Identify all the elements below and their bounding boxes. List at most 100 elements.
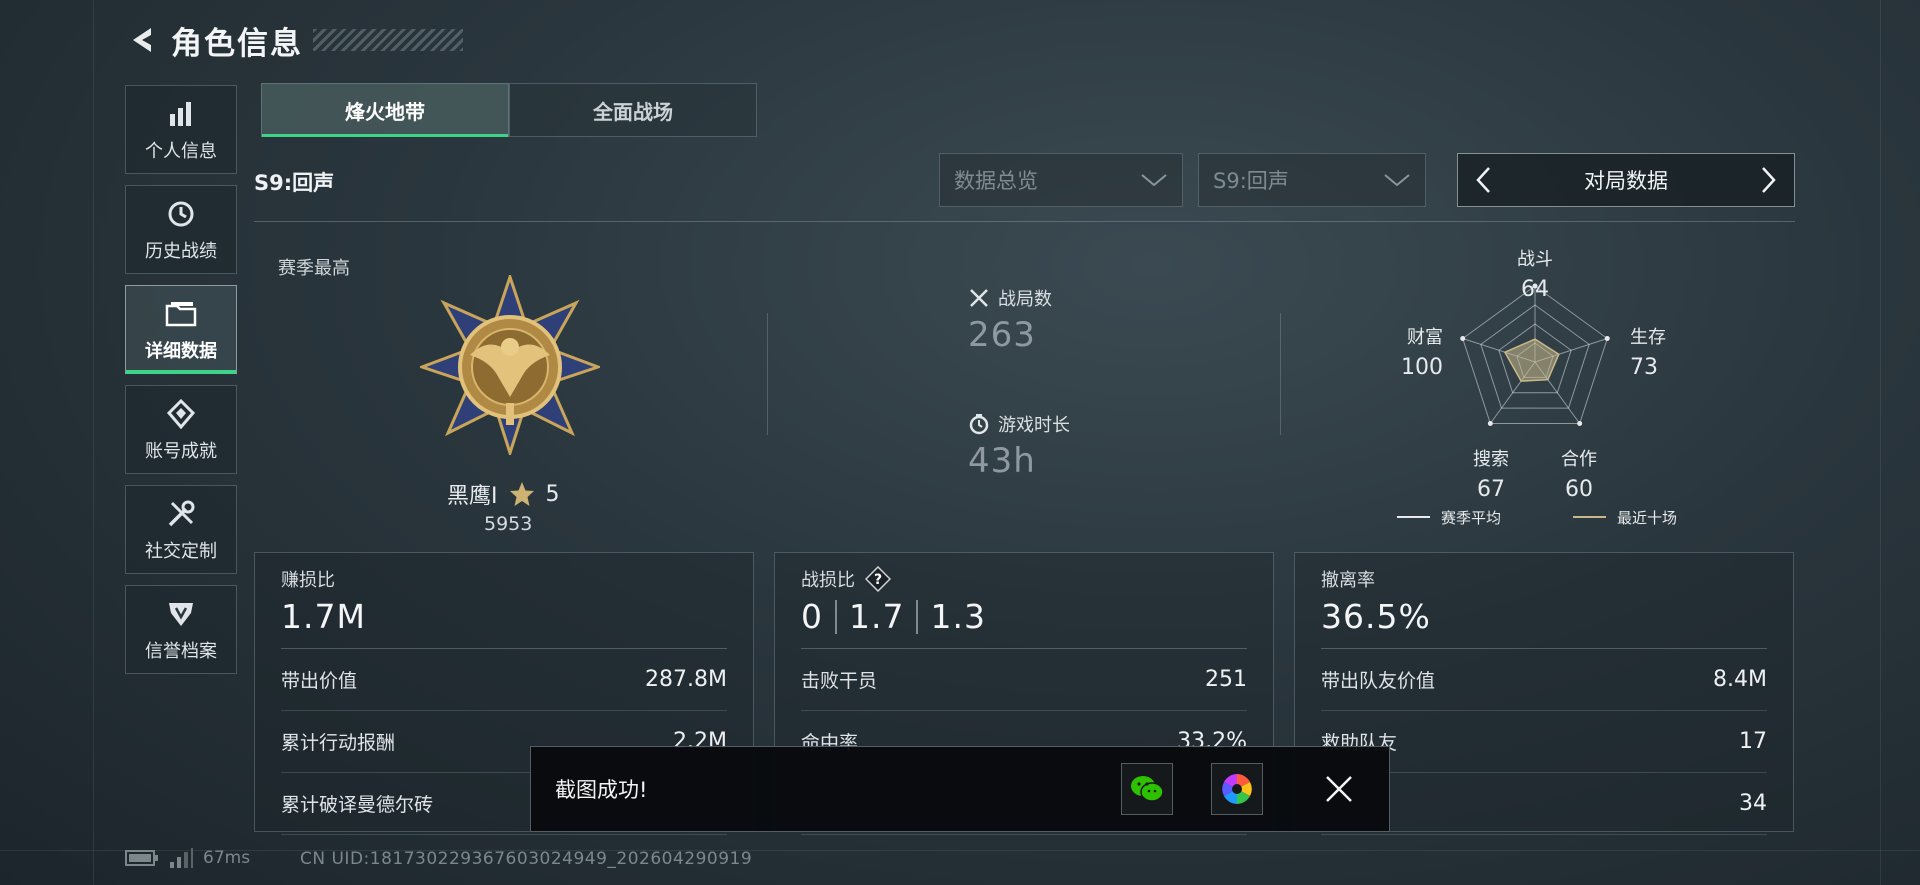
ability-radar: 战斗 64 生存 73 合作 60 搜索 67 财富 100 赛季平均 最近十场 xyxy=(1397,249,1677,527)
toast-message: 截图成功! xyxy=(555,778,648,802)
stat-row: 带出价值 287.8M xyxy=(281,649,727,711)
history-clock-icon xyxy=(166,197,196,231)
tab-operations[interactable]: 烽火地带 xyxy=(261,83,509,137)
stopwatch-icon xyxy=(969,414,989,435)
card-title: 赚损比 xyxy=(281,570,335,591)
card-title: 撤离率 xyxy=(1321,570,1375,591)
card-value: 1.7M xyxy=(281,597,366,636)
row-value: 8.4M xyxy=(1713,667,1767,692)
toast-close-button[interactable] xyxy=(1313,763,1365,815)
sidebar-item-label: 详细数据 xyxy=(145,340,217,362)
rank-medal-icon xyxy=(420,275,600,455)
uid-text: CN UID:18173022936760302494​9_2026042909… xyxy=(300,849,753,869)
sidebar-item-personal-info[interactable]: 个人信息 xyxy=(125,85,237,174)
radar-label-wealth: 财富 xyxy=(1407,327,1443,348)
sidebar-item-label: 信誉档案 xyxy=(145,640,217,662)
radar-label-search: 搜索 xyxy=(1473,449,1509,470)
row-value: 287.8M xyxy=(645,667,727,692)
sidebar-item-label: 历史战绩 xyxy=(145,240,217,262)
shield-icon xyxy=(166,597,196,631)
playtime-value: 43h xyxy=(968,441,1036,481)
row-label: 累计行动报酬 xyxy=(281,732,396,754)
data-pager: 对局数据 xyxy=(1457,153,1795,207)
ping-value: 67ms xyxy=(203,848,251,868)
pager-prev-button[interactable] xyxy=(1468,160,1498,200)
sidebar-item-label: 社交定制 xyxy=(145,540,217,562)
row-label: 击败干员 xyxy=(801,670,878,692)
sidebar-item-detailed-data[interactable]: 详细数据 xyxy=(125,285,237,374)
stat-row: 带出队友价值 8.4M xyxy=(1321,649,1767,711)
matches-value: 263 xyxy=(968,315,1036,355)
pager-next-button[interactable] xyxy=(1754,160,1784,200)
season-dropdown[interactable]: S9:回声 xyxy=(1198,153,1426,207)
tab-warfare[interactable]: 全面战场 xyxy=(509,83,757,137)
season-best-label: 赛季最高 xyxy=(278,258,350,279)
sidebar-item-reputation[interactable]: 信誉档案 xyxy=(125,585,237,674)
divider xyxy=(1280,313,1281,435)
radar-value-cooperation: 60 xyxy=(1565,477,1593,502)
chevron-left-icon xyxy=(1476,167,1490,193)
kd-value-3: 1.3 xyxy=(930,597,986,636)
chevron-down-icon xyxy=(1141,174,1167,187)
stat-row: 击败干员 251 xyxy=(801,649,1247,711)
radar-axis-dot xyxy=(1487,420,1493,426)
back-button[interactable] xyxy=(125,22,161,58)
radar-value-combat: 64 xyxy=(1521,277,1549,302)
help-icon[interactable]: ? xyxy=(865,566,891,592)
battery-icon xyxy=(125,850,158,866)
rank-score: 5953 xyxy=(484,513,533,535)
mode-tabs: 烽火地带 全面战场 xyxy=(261,83,757,137)
matches-label: 战局数 xyxy=(998,289,1052,310)
rank-line: 黑鹰I 5 xyxy=(447,478,560,510)
overview-dropdown[interactable]: 数据总览 xyxy=(939,153,1183,207)
back-arrow-icon xyxy=(133,28,151,52)
divider xyxy=(254,221,1795,222)
row-label: 累计破译曼德尔砖 xyxy=(281,794,434,816)
sidebar-item-social[interactable]: 社交定制 xyxy=(125,485,237,574)
radar-value-survival: 73 xyxy=(1630,355,1658,380)
row-value: 251 xyxy=(1205,667,1247,692)
status-bar: 67ms xyxy=(125,848,250,868)
share-wechat-button[interactable] xyxy=(1121,763,1173,815)
playtime-label: 游戏时长 xyxy=(998,415,1070,436)
share-moments-button[interactable] xyxy=(1211,763,1263,815)
row-label: 带出队友价值 xyxy=(1321,670,1436,692)
radar-label-combat: 战斗 xyxy=(1517,249,1553,270)
kd-value-2: 1.7 xyxy=(849,597,905,636)
radar-axis-dot xyxy=(1604,336,1610,342)
crossed-swords-icon xyxy=(970,289,988,307)
page-header: 角色信息 xyxy=(125,18,463,62)
card-value: 36.5% xyxy=(1321,597,1431,636)
radar-axis-dot xyxy=(1577,420,1583,426)
title-decoration xyxy=(313,29,463,51)
achievement-icon xyxy=(167,397,195,431)
legend-label-recent: 最近十场 xyxy=(1617,509,1677,527)
season-label: S9:回声 xyxy=(254,171,335,195)
bar-chart-icon xyxy=(167,97,195,131)
moments-icon xyxy=(1222,774,1252,804)
sidebar: 个人信息 历史战绩 详细数据 账号成就 社交定制 信誉档案 xyxy=(125,85,237,685)
rank-stars: 5 xyxy=(545,481,560,507)
screenshot-toast: 截图成功! xyxy=(530,746,1390,832)
folder-icon xyxy=(165,297,197,331)
star-icon xyxy=(509,482,534,506)
divider xyxy=(767,313,768,435)
radar-value-wealth: 100 xyxy=(1401,355,1443,380)
page-title: 角色信息 xyxy=(171,25,303,62)
card-title: 战损比 xyxy=(801,570,855,591)
pager-label: 对局数据 xyxy=(1584,169,1668,193)
sidebar-item-history[interactable]: 历史战绩 xyxy=(125,185,237,274)
chevron-right-icon xyxy=(1762,167,1776,193)
kd-value-1: 0 xyxy=(801,597,823,636)
chevron-down-icon xyxy=(1384,174,1410,187)
playtime-stat: 游戏时长 43h xyxy=(968,411,1070,481)
legend-label-season: 赛季平均 xyxy=(1441,509,1501,527)
radar-axis-dot xyxy=(1460,336,1466,342)
sidebar-item-achievements[interactable]: 账号成就 xyxy=(125,385,237,474)
rank-name: 黑鹰I xyxy=(447,484,498,509)
wechat-icon xyxy=(1131,776,1164,802)
matches-stat: 战局数 263 xyxy=(968,285,1052,355)
dropdown-value: S9:回声 xyxy=(1213,169,1289,193)
tools-icon xyxy=(166,497,196,531)
sidebar-item-label: 账号成就 xyxy=(145,440,217,462)
